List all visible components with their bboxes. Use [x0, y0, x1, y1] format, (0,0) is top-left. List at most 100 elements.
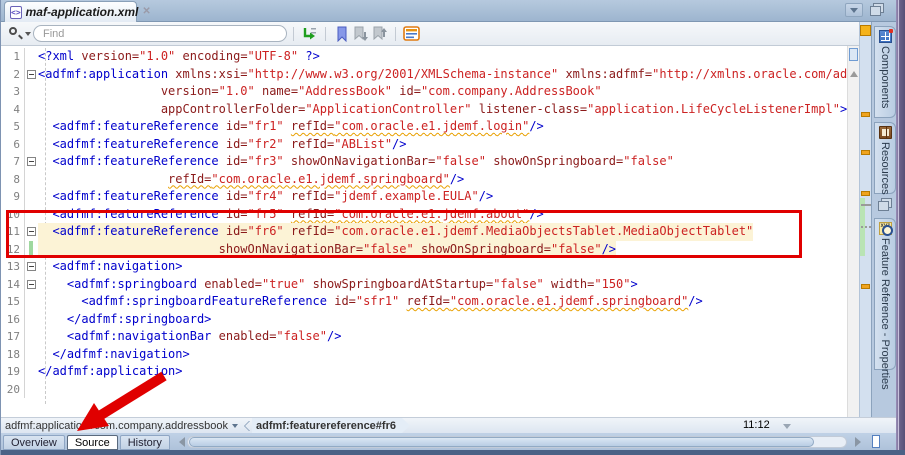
- breadcrumb-item[interactable]: adfmf:featurereference#fr6: [252, 418, 410, 433]
- line-number: 14: [1, 275, 25, 293]
- fold-gutter: [25, 101, 38, 119]
- line-number: 4: [1, 100, 25, 118]
- fold-gutter: [25, 363, 38, 381]
- code-line[interactable]: 16 </adfmf:springboard>: [1, 310, 847, 329]
- code-editor[interactable]: 1 <?xml version="1.0" encoding="UTF-8" ?>…: [1, 46, 847, 417]
- fold-collapse-icon[interactable]: [27, 227, 36, 236]
- tab-history[interactable]: History: [119, 434, 170, 450]
- horizontal-scrollbar-thumb[interactable]: [188, 436, 814, 447]
- vertical-scrollbar[interactable]: [847, 46, 859, 417]
- fold-gutter[interactable]: [25, 153, 38, 171]
- fold-collapse-icon[interactable]: [27, 262, 36, 271]
- line-number: 9: [1, 188, 25, 206]
- caret-position-marker: [861, 226, 871, 228]
- fold-collapse-icon[interactable]: [27, 157, 36, 166]
- code-line[interactable]: 13 <adfmf:navigation>: [1, 258, 847, 276]
- float-panel-icon[interactable]: [878, 198, 892, 211]
- warning-marker[interactable]: [861, 284, 870, 289]
- line-number: 11: [1, 223, 25, 241]
- find-input[interactable]: [33, 25, 287, 42]
- fold-gutter: [25, 171, 38, 189]
- horizontal-scrollbar[interactable]: [174, 435, 880, 448]
- document-tab[interactable]: <> maf-application.xml ✕: [4, 1, 151, 22]
- code-line[interactable]: 4 appControllerFolder="ApplicationContro…: [1, 100, 847, 119]
- components-icon: [878, 29, 893, 43]
- fold-gutter[interactable]: [25, 276, 38, 294]
- editor-view-tabs: Overview Source History: [1, 433, 896, 450]
- fold-gutter: [25, 311, 38, 329]
- fold-gutter[interactable]: [25, 258, 38, 276]
- line-number: 12: [1, 240, 25, 258]
- code-line[interactable]: 17 <adfmf:navigationBar enabled="false"/…: [1, 328, 847, 346]
- caret-position-marker: [861, 204, 871, 206]
- code-line[interactable]: 11 <adfmf:featureReference id="fr6" refI…: [1, 223, 847, 241]
- go-to-last-edit-icon[interactable]: [300, 24, 319, 43]
- code-line[interactable]: 20: [1, 380, 847, 398]
- previous-bookmark-icon[interactable]: [370, 24, 389, 43]
- docked-panel-edge[interactable]: [896, 0, 905, 450]
- dock-tab-label: Feature Reference - Properties: [879, 238, 891, 390]
- line-number: 6: [1, 135, 25, 153]
- code-line[interactable]: 18 </adfmf:navigation>: [1, 345, 847, 363]
- code-line[interactable]: 10 <adfmf:featureReference id="fr5" refI…: [1, 205, 847, 224]
- fold-gutter: [25, 293, 38, 311]
- breadcrumb-dropdown-icon[interactable]: [231, 423, 238, 431]
- right-dock-tab-strip: Components Resources Feature Reference - P…: [871, 22, 896, 450]
- tab-source[interactable]: Source: [66, 434, 118, 450]
- tab-overview[interactable]: Overview: [3, 434, 65, 450]
- code-line[interactable]: 5 <adfmf:featureReference id="fr1" refId…: [1, 118, 847, 136]
- toggle-bookmark-icon[interactable]: [332, 24, 351, 43]
- fold-collapse-icon[interactable]: [27, 69, 36, 79]
- breadcrumb-separator-icon: [243, 420, 250, 431]
- xml-file-icon: <>: [10, 5, 22, 19]
- tab-list-dropdown-button[interactable]: [845, 3, 863, 17]
- overview-ruler[interactable]: [859, 22, 871, 417]
- float-editor-icon[interactable]: [870, 3, 884, 16]
- scroll-left-icon[interactable]: [174, 436, 185, 447]
- code-line[interactable]: 2 <adfmf:application xmlns:xsi="http://ww…: [1, 65, 847, 84]
- fold-collapse-icon[interactable]: [27, 279, 36, 289]
- code-line[interactable]: 15 <adfmf:springboardFeatureReference id…: [1, 293, 847, 311]
- next-bookmark-icon[interactable]: [351, 24, 370, 43]
- fold-gutter[interactable]: [25, 66, 38, 84]
- code-line[interactable]: 8 refId="com.oracle.e1.jdemf.springboard…: [1, 170, 847, 189]
- vertical-scrollbar-thumb[interactable]: [849, 48, 858, 61]
- code-line[interactable]: 9 <adfmf:featureReference id="fr4" refId…: [1, 188, 847, 206]
- breadcrumb-label: adfmf:application#com.company.addressboo…: [5, 419, 228, 432]
- close-tab-icon[interactable]: ✕: [142, 7, 150, 17]
- warning-marker[interactable]: [861, 191, 870, 196]
- code-line[interactable]: 6 <adfmf:featureReference id="fr2" refId…: [1, 135, 847, 154]
- code-line[interactable]: 12 showOnNavigationBar="false" showOnSpr…: [1, 240, 847, 258]
- code-line[interactable]: 19 </adfmf:application>: [1, 363, 847, 381]
- horizontal-scrollbar-track[interactable]: [186, 435, 847, 448]
- breadcrumb-item[interactable]: adfmf:application#com.company.addressboo…: [1, 418, 242, 433]
- line-number: 13: [1, 258, 25, 276]
- ide-window: <> maf-application.xml ✕ Find 1 <?xml ve…: [0, 0, 905, 455]
- scroll-right-icon[interactable]: [854, 436, 866, 447]
- fold-gutter: [25, 328, 38, 346]
- warning-marker[interactable]: [861, 150, 870, 155]
- fold-gutter: [25, 48, 38, 66]
- warning-marker[interactable]: [861, 112, 870, 117]
- code-line[interactable]: 14 <adfmf:springboard enabled="true" sho…: [1, 275, 847, 294]
- code-line[interactable]: 3 version="1.0" name="AddressBook" id="c…: [1, 83, 847, 101]
- dock-tab-resources[interactable]: Resources: [874, 122, 896, 195]
- search-dropdown-icon[interactable]: [7, 26, 33, 42]
- fold-gutter: [25, 136, 38, 154]
- document-tab-bar: <> maf-application.xml ✕: [1, 0, 896, 22]
- code-line[interactable]: 7 <adfmf:featureReference id="fr3" showO…: [1, 153, 847, 171]
- dock-tab-feature-reference-properties[interactable]: Feature Reference - Properties: [874, 218, 896, 390]
- file-status-marker[interactable]: [860, 25, 871, 36]
- line-number: 17: [1, 328, 25, 346]
- fold-gutter: [25, 206, 38, 224]
- line-number: 10: [1, 205, 25, 223]
- changed-line-marker: [29, 241, 33, 258]
- scroll-up-icon[interactable]: [850, 67, 858, 77]
- highlight-occurrences-icon[interactable]: [402, 24, 421, 43]
- fold-gutter[interactable]: [25, 223, 38, 241]
- dock-tab-components[interactable]: Components: [874, 26, 896, 118]
- status-dropdown-icon[interactable]: [783, 424, 791, 433]
- line-number: 1: [1, 48, 25, 66]
- code-line[interactable]: 1 <?xml version="1.0" encoding="UTF-8" ?>: [1, 48, 847, 66]
- scrollbar-grip[interactable]: [871, 435, 880, 448]
